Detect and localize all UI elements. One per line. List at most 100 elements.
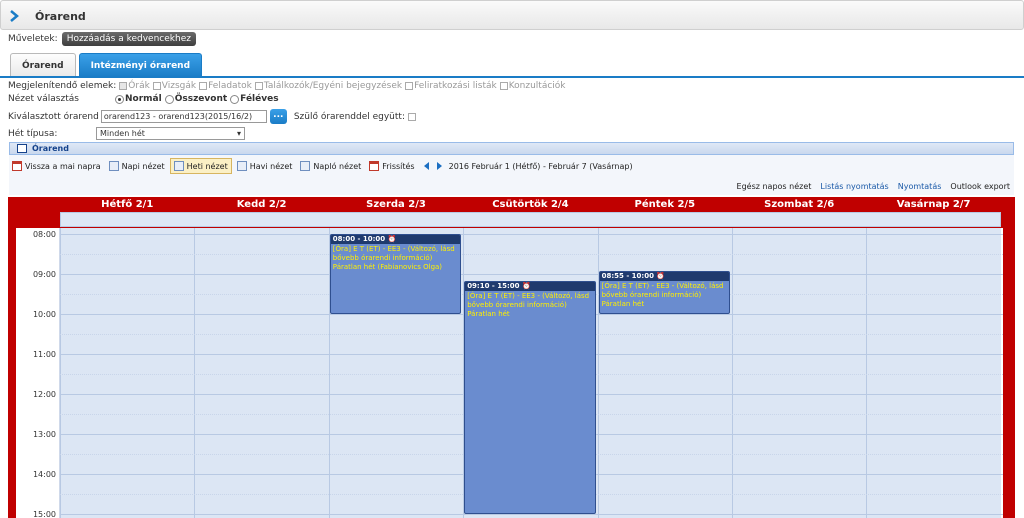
radio-normal-label: Normál (125, 94, 162, 104)
hour-label: 13:00 (32, 430, 56, 439)
event-text: [Óra] E T (ET) - EE3 - (Változó, lásd bő… (601, 281, 724, 308)
outlook-export-button[interactable]: Outlook export (950, 182, 1010, 191)
day-view-button[interactable]: Napi nézet (106, 158, 168, 174)
half-hour-line (60, 254, 1003, 255)
hour-label: 09:00 (32, 270, 56, 279)
day-header[interactable]: Kedd 2/2 (194, 197, 328, 212)
hour-label: 14:00 (32, 470, 56, 479)
elements-filter-row: Megjelenítendő elemek: Órák Vizsgák Fela… (8, 81, 566, 91)
date-range-label: 2016 Február 1 (Hétfő) - Február 7 (Vasá… (448, 161, 633, 171)
timetable-picker-button[interactable]: ... (269, 109, 287, 124)
tab-orarend[interactable]: Órarend (10, 53, 76, 77)
time-column: 08:00 09:00 10:00 11:00 12:00 13:00 14:00 15:00 (16, 228, 60, 518)
panel-title: Órarend (32, 144, 69, 153)
selected-timetable-label: Kiválasztott órarend (8, 111, 99, 122)
week-calendar: 08:00 09:00 10:00 11:00 12:00 13:00 14:00 15:00… (8, 197, 1015, 518)
checkbox-konzultaciok[interactable] (499, 82, 508, 90)
day-header[interactable]: Vasárnap 2/7 (866, 197, 1000, 212)
log-view-button[interactable]: Napló nézet (297, 158, 364, 174)
calendar-grid: 08:00 09:00 10:00 11:00 12:00 13:00 14:00 15:00… (16, 228, 1003, 518)
refresh-icon (369, 161, 380, 171)
event-text: [Óra] E T (ET) - EE3 - (Változó, lásd bő… (332, 245, 455, 271)
elements-label: Megjelenítendő elemek: (8, 81, 117, 91)
day-view-label: Napi nézet (121, 161, 165, 171)
checkbox-vizsgak-label: Vizsgák (161, 81, 197, 91)
full-day-view-button[interactable]: Egész napos nézet (737, 182, 812, 191)
caret-down-icon: ▾ (236, 129, 241, 138)
chevron-right-icon[interactable] (10, 10, 19, 22)
hour-label: 12:00 (32, 390, 56, 399)
tab-underline (0, 76, 1024, 78)
hour-line (60, 234, 1003, 235)
radio-osszevont-label: Összevont (174, 94, 228, 104)
selected-timetable-input[interactable]: orarend123 - orarend123(2015/16/2) (100, 110, 267, 123)
radio-osszevont[interactable] (164, 94, 174, 104)
radio-normal[interactable] (115, 94, 124, 104)
week-type-label: Hét típusa: (8, 128, 58, 139)
add-to-favorites-button[interactable]: Hozzáadás a kedvencekhez (61, 32, 196, 46)
view-type-label: Nézet választás (8, 94, 79, 104)
month-view-button[interactable]: Havi nézet (234, 158, 296, 174)
week-view-label: Heti nézet (186, 161, 228, 171)
event-text: [Óra] E T (ET) - EE3 - (Változó, lásd bő… (467, 291, 590, 318)
next-week-icon[interactable] (436, 162, 442, 170)
export-toolbar: Egész napos nézet Listás nyomtatás Nyomt… (9, 177, 1014, 195)
selected-timetable-row: Kiválasztott órarend orarend123 - oraren… (8, 109, 417, 124)
calendar-today-icon (12, 161, 22, 171)
hour-label: 10:00 (32, 310, 56, 319)
page-title: Órarend (35, 10, 86, 23)
event-time: 08:55 - 10:00 ⏰ (599, 271, 729, 281)
operations-label: Műveletek: (8, 34, 58, 44)
checkbox-feliratkozasi-label: Feliratkozási listák (414, 81, 497, 91)
month-view-icon (236, 161, 247, 171)
checkbox-orak-label: Órák (128, 81, 150, 91)
hour-label: 08:00 (32, 230, 56, 239)
month-view-label: Havi nézet (249, 161, 293, 171)
checkbox-feladatok-label: Feladatok (208, 81, 252, 91)
week-type-select[interactable]: Minden hét ▾ (96, 127, 245, 140)
day-header[interactable]: Hétfő 2/1 (60, 197, 194, 212)
radio-feleves[interactable] (230, 94, 240, 104)
hour-label: 15:00 (32, 510, 56, 518)
day-view-icon (108, 161, 119, 171)
log-view-icon (300, 161, 311, 171)
checkbox-talalkozok-label: Találkozók/Egyéni bejegyzések (263, 81, 403, 91)
day-header[interactable]: Péntek 2/5 (598, 197, 732, 212)
operations-bar: Műveletek: Hozzáadás a kedvencekhez (8, 31, 196, 47)
previous-week-icon[interactable] (423, 162, 429, 170)
tab-intezmenyi-orarend[interactable]: Intézményi órarend (78, 53, 203, 77)
all-day-row[interactable] (60, 212, 1001, 227)
checkbox-talalkozok[interactable] (254, 82, 263, 90)
tab-bar: Órarend Intézményi órarend (10, 53, 205, 77)
current-time-marker (10, 455, 14, 461)
day-header[interactable]: Szombat 2/6 (732, 197, 866, 212)
hour-label: 11:00 (32, 350, 56, 359)
calendar-icon (17, 144, 27, 153)
event-time: 09:10 - 15:00 ⏰ (465, 281, 595, 291)
checkbox-vizsgak[interactable] (152, 82, 161, 90)
today-label: Vissza a mai napra (25, 161, 101, 171)
checkbox-feladatok[interactable] (199, 82, 208, 90)
day-header[interactable]: Szerda 2/3 (329, 197, 463, 212)
day-header[interactable]: Csütörtök 2/4 (463, 197, 597, 212)
week-type-value: Minden hét (100, 129, 145, 138)
page-header: Órarend (0, 0, 1024, 30)
timetable-panel-header: Órarend (9, 142, 1014, 155)
calendar-event[interactable]: 08:00 - 10:00 ⏰ [Óra] E T (ET) - EE3 - (V… (329, 234, 462, 314)
week-view-button[interactable]: Heti nézet (169, 158, 232, 174)
list-print-link[interactable]: Listás nyomtatás (820, 182, 888, 191)
checkbox-orak[interactable] (119, 82, 128, 90)
refresh-button[interactable]: Frissítés (366, 158, 417, 174)
checkbox-feliratkozasi[interactable] (405, 82, 414, 90)
calendar-event[interactable]: 08:55 - 10:00 ⏰ [Óra] E T (ET) - EE3 - (V… (598, 270, 730, 314)
print-link[interactable]: Nyomtatás (898, 182, 942, 191)
week-view-icon (173, 161, 184, 171)
today-button[interactable]: Vissza a mai napra (9, 158, 104, 174)
hour-line (60, 274, 1003, 275)
radio-feleves-label: Féléves (240, 94, 279, 104)
view-type-row: Nézet választás Normál Összevont Féléves (8, 94, 279, 104)
calendar-toolbar: Vissza a mai napra Napi nézet Heti nézet… (9, 155, 1014, 177)
parent-timetable-checkbox[interactable] (407, 112, 416, 121)
calendar-event[interactable]: 09:10 - 15:00 ⏰ [Óra] E T (ET) - EE3 - (V… (464, 280, 596, 514)
refresh-label: Frissítés (382, 161, 415, 171)
